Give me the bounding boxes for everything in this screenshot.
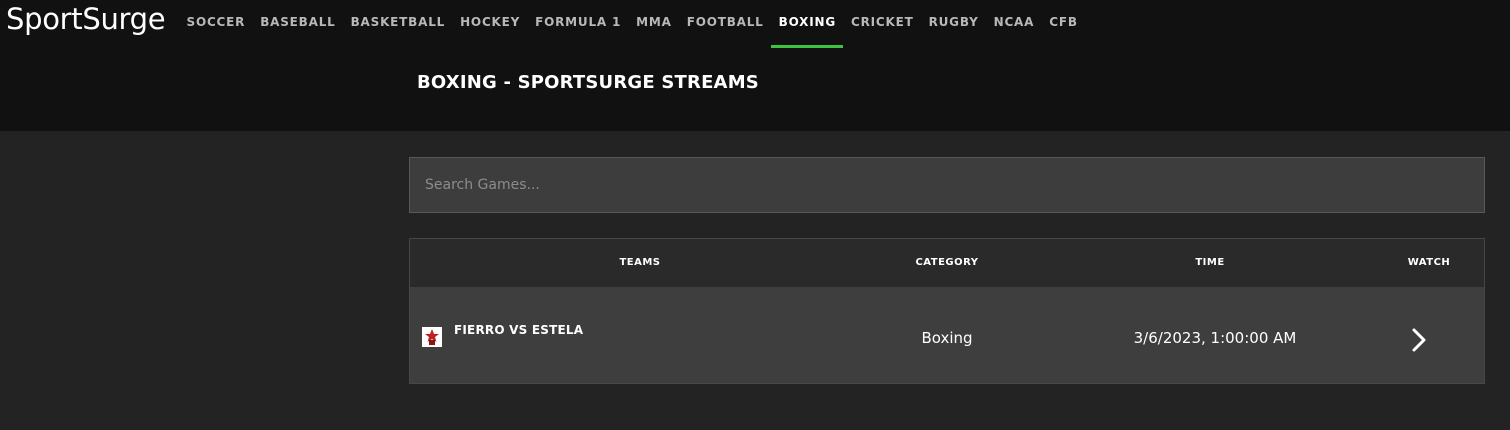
header-time: TIME [1195, 257, 1225, 268]
nav-item-cfb[interactable]: CFB [1042, 0, 1086, 48]
header-watch: WATCH [1407, 257, 1451, 268]
nav-item-basketball[interactable]: BASKETBALL [343, 0, 452, 48]
nav-item-cricket[interactable]: CRICKET [843, 0, 921, 48]
site-logo[interactable]: SportSurge [6, 1, 166, 37]
chevron-right-icon [1412, 328, 1426, 352]
row-time: 3/6/2023, 1:00:00 AM [1133, 329, 1297, 347]
page-title: BOXING - SPORTSURGE STREAMS [417, 72, 759, 93]
header-category: CATEGORY [915, 257, 979, 268]
nav-item-ncaa[interactable]: NCAA [986, 0, 1042, 48]
games-table: TEAMS CATEGORY TIME WATCH FIERRO VS ESTE… [409, 238, 1485, 384]
nav-item-hockey[interactable]: HOCKEY [453, 0, 528, 48]
site-header: SportSurge SOCCER BASEBALL BASKETBALL HO… [0, 0, 1510, 131]
boxing-team-logo-icon [422, 327, 442, 347]
table-row[interactable]: FIERRO VS ESTELA Boxing 3/6/2023, 1:00:0… [410, 287, 1484, 383]
nav-item-formula-1[interactable]: FORMULA 1 [528, 0, 629, 48]
nav-item-mma[interactable]: MMA [629, 0, 680, 48]
table-header: TEAMS CATEGORY TIME WATCH [410, 239, 1484, 287]
nav-item-boxing[interactable]: BOXING [771, 0, 844, 48]
nav-item-baseball[interactable]: BASEBALL [253, 0, 343, 48]
nav-item-football[interactable]: FOOTBALL [679, 0, 771, 48]
nav-item-soccer[interactable]: SOCCER [179, 0, 253, 48]
sport-nav: SOCCER BASEBALL BASKETBALL HOCKEY FORMUL… [179, 0, 1085, 48]
row-category: Boxing [921, 329, 973, 347]
team-matchup[interactable]: FIERRO VS ESTELA [454, 323, 583, 337]
search-box [409, 157, 1485, 213]
watch-button[interactable] [1408, 325, 1430, 355]
header-teams: TEAMS [619, 257, 661, 268]
nav-item-rugby[interactable]: RUGBY [921, 0, 986, 48]
search-input[interactable] [410, 158, 1484, 212]
